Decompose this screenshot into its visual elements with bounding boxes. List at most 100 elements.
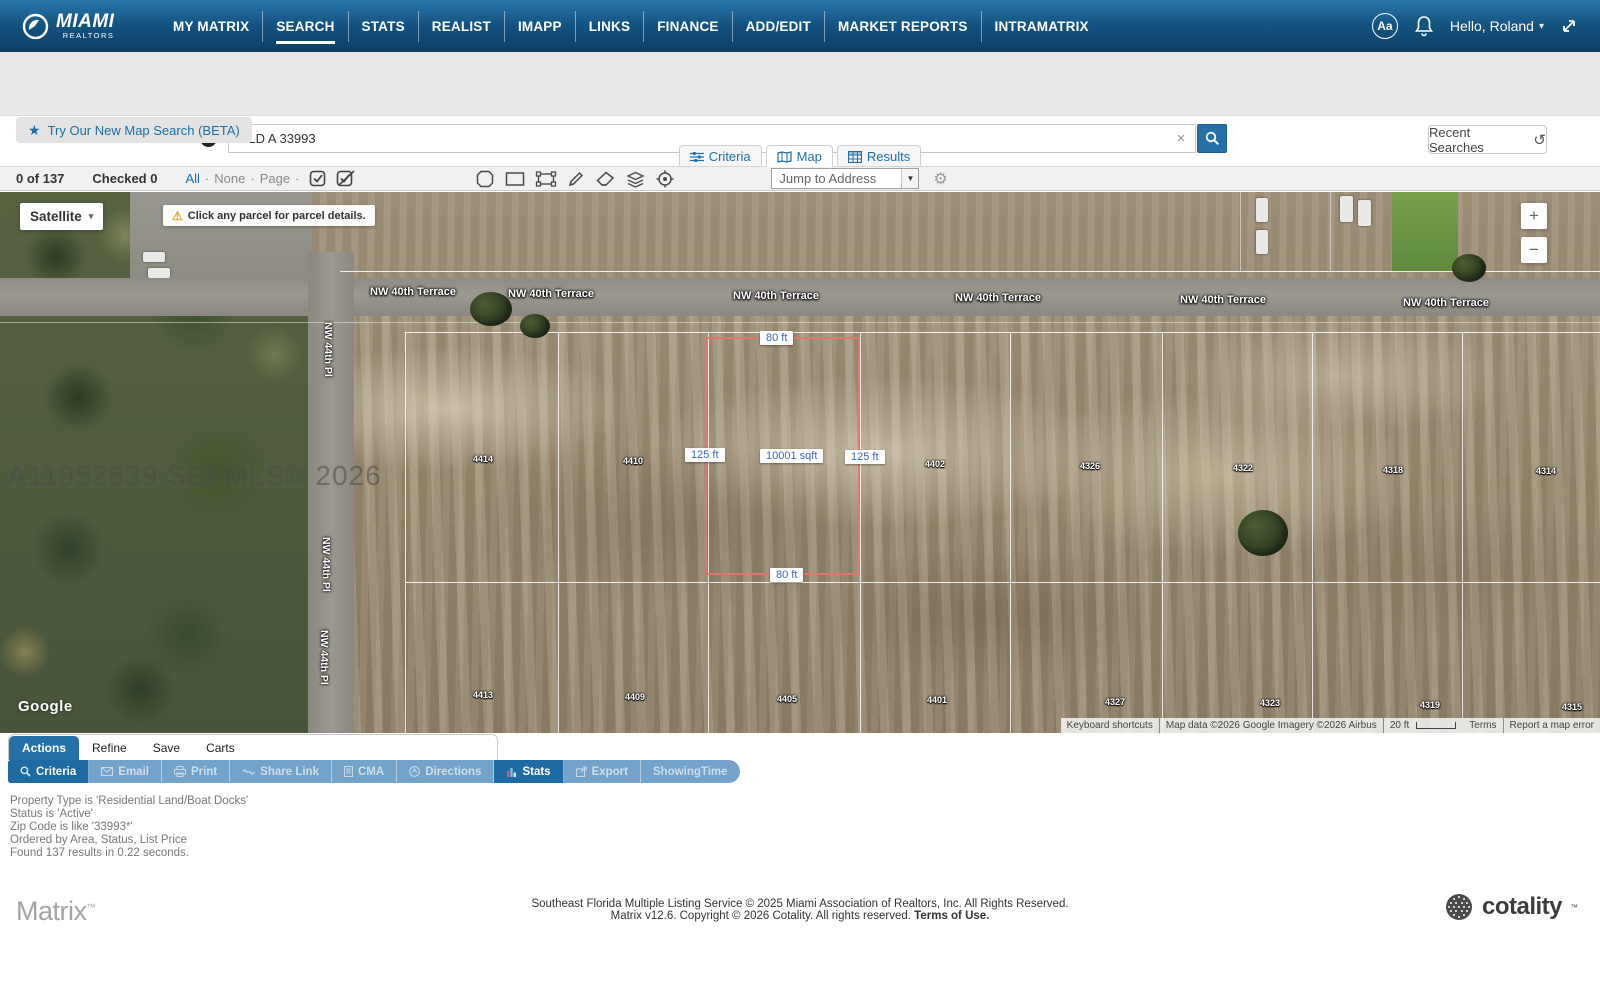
- layers-icon[interactable]: [625, 169, 646, 189]
- brand-sub: REALTORS: [56, 32, 114, 40]
- criteria-line: Found 137 results in 0.22 seconds.: [10, 847, 248, 860]
- nav-item-finance[interactable]: FINANCE: [643, 11, 731, 42]
- jump-to-address-select[interactable]: Jump to Address ▼: [771, 168, 919, 189]
- criteria-line: Ordered by Area, Status, List Price: [10, 834, 248, 847]
- zoom-out-button[interactable]: −: [1521, 237, 1547, 263]
- nav-item-my-matrix[interactable]: MY MATRIX: [160, 11, 262, 42]
- nav-item-imapp[interactable]: IMAPP: [504, 11, 575, 42]
- font-size-button[interactable]: Aa: [1372, 13, 1398, 39]
- footer-line2: Matrix v12.6. Copyright © 2026 Cotality.…: [611, 910, 911, 922]
- map-toolbar: 0 of 137 Checked 0 All · None · Page ·: [0, 166, 1600, 191]
- showingtime-button[interactable]: ShowingTime: [641, 760, 740, 783]
- fullscreen-toggle-icon[interactable]: [1560, 17, 1578, 35]
- matrix-app: MIAMI REALTORS MY MATRIX SEARCH STATS RE…: [0, 0, 1600, 981]
- satellite-map[interactable]: NW 40th Terrace NW 40th Terrace NW 40th …: [0, 192, 1600, 733]
- nav-item-add-edit[interactable]: ADD/EDIT: [732, 11, 824, 42]
- bar-chart-icon: [506, 766, 517, 777]
- directions-icon: [409, 766, 420, 777]
- search-input[interactable]: [229, 131, 1167, 146]
- nav-item-intramatrix[interactable]: INTRAMATRIX: [981, 11, 1102, 42]
- tab-save[interactable]: Save: [140, 736, 193, 760]
- rectangle-draw-tool-icon[interactable]: [504, 169, 526, 189]
- notifications-bell-icon[interactable]: [1414, 15, 1434, 37]
- view-tabs: Criteria Map Results: [0, 145, 1600, 167]
- road-label: NW 40th Terrace: [733, 290, 819, 302]
- print-button[interactable]: Print: [162, 760, 230, 783]
- parcel-line: [405, 332, 406, 733]
- share-link-button[interactable]: Share Link: [230, 760, 332, 783]
- uncheck-page-icon[interactable]: [336, 170, 357, 187]
- parcel-line: [558, 332, 559, 733]
- cma-button[interactable]: CMA: [332, 760, 397, 783]
- parcel-number: 4414: [473, 454, 493, 464]
- nav-item-search[interactable]: SEARCH: [262, 11, 347, 42]
- select-page-link[interactable]: Page: [260, 171, 290, 186]
- export-button[interactable]: Export: [564, 760, 641, 783]
- parcel-number: 4327: [1105, 697, 1125, 707]
- document-icon: [344, 766, 353, 777]
- parcel-line: [1162, 332, 1163, 733]
- nav-menu: MY MATRIX SEARCH STATS REALIST IMAPP LIN…: [160, 11, 1102, 42]
- stats-button[interactable]: Stats: [494, 760, 563, 783]
- radius-draw-tool-icon[interactable]: [475, 169, 495, 189]
- parcel-number: 4413: [473, 690, 493, 700]
- parcel-dim-left: 125 ft: [685, 448, 725, 462]
- parcel-line: [1462, 332, 1463, 733]
- criteria-button[interactable]: Criteria: [8, 760, 89, 783]
- result-count: 0 of 137: [16, 171, 64, 186]
- terms-of-use-link[interactable]: Terms of Use.: [914, 910, 989, 922]
- parcel-number: 4314: [1536, 466, 1556, 476]
- search-icon: [1205, 131, 1220, 146]
- miami-realtors-logo[interactable]: MIAMI REALTORS: [22, 12, 132, 40]
- nav-item-links[interactable]: LINKS: [575, 11, 644, 42]
- keyboard-shortcuts-link[interactable]: Keyboard shortcuts: [1061, 718, 1159, 733]
- action-buttons-bar: Criteria Email Print Share Link CMA Dire…: [8, 760, 740, 783]
- parcel-line: [405, 332, 1600, 333]
- polygon-draw-tool-icon[interactable]: [535, 169, 557, 189]
- footer-copyright: Southeast Florida Multiple Listing Servi…: [0, 898, 1600, 922]
- parcel-dim-right: 125 ft: [845, 450, 885, 464]
- new-map-search-beta-button[interactable]: ★ Try Our New Map Search (BETA): [16, 117, 252, 143]
- map-settings-gear-icon[interactable]: ⚙: [933, 169, 947, 189]
- user-menu[interactable]: Hello, Roland ▾: [1450, 18, 1544, 34]
- top-nav: MIAMI REALTORS MY MATRIX SEARCH STATS RE…: [0, 0, 1600, 52]
- parcel-line: [1010, 332, 1011, 733]
- tab-map[interactable]: Map: [766, 145, 833, 167]
- car: [1340, 196, 1353, 222]
- pencil-draw-tool-icon[interactable]: [566, 169, 586, 189]
- table-icon: [848, 151, 862, 163]
- cotality-globe-icon: [1444, 892, 1474, 922]
- tab-criteria[interactable]: Criteria: [679, 145, 762, 167]
- recenter-target-icon[interactable]: [655, 169, 675, 189]
- directions-button[interactable]: Directions: [397, 760, 494, 783]
- road-label: NW 40th Terrace: [508, 288, 594, 300]
- zoom-in-button[interactable]: +: [1521, 203, 1547, 229]
- map-scale: 20 ft: [1384, 718, 1462, 733]
- lawn-strip: [1392, 192, 1458, 272]
- terms-link[interactable]: Terms: [1463, 718, 1502, 733]
- map-icon: [777, 151, 792, 163]
- parcel-number: 4326: [1080, 461, 1100, 471]
- cotality-name: cotality: [1482, 893, 1562, 921]
- nav-item-stats[interactable]: STATS: [348, 11, 418, 42]
- tree: [470, 292, 512, 326]
- tree: [520, 314, 550, 338]
- tree: [1238, 510, 1288, 556]
- select-none-link[interactable]: None: [214, 171, 245, 186]
- nav-item-realist[interactable]: REALIST: [418, 11, 504, 42]
- map-type-button[interactable]: Satellite ▾: [20, 203, 103, 230]
- tab-carts[interactable]: Carts: [193, 736, 248, 760]
- map-data-credit: Map data ©2026 Google Imagery ©2026 Airb…: [1160, 718, 1383, 733]
- check-page-icon[interactable]: [309, 170, 328, 187]
- road-label: NW 40th Terrace: [370, 286, 456, 298]
- email-button[interactable]: Email: [89, 760, 162, 783]
- criteria-line: Zip Code is like '33993*': [10, 821, 248, 834]
- eraser-tool-icon[interactable]: [595, 169, 616, 189]
- tab-actions[interactable]: Actions: [9, 736, 79, 760]
- tab-refine[interactable]: Refine: [79, 736, 140, 760]
- report-map-error-link[interactable]: Report a map error: [1504, 718, 1600, 733]
- star-icon: ★: [28, 122, 41, 139]
- tab-results[interactable]: Results: [837, 145, 921, 167]
- select-all-link[interactable]: All: [185, 171, 199, 186]
- nav-item-market-reports[interactable]: MARKET REPORTS: [824, 11, 981, 42]
